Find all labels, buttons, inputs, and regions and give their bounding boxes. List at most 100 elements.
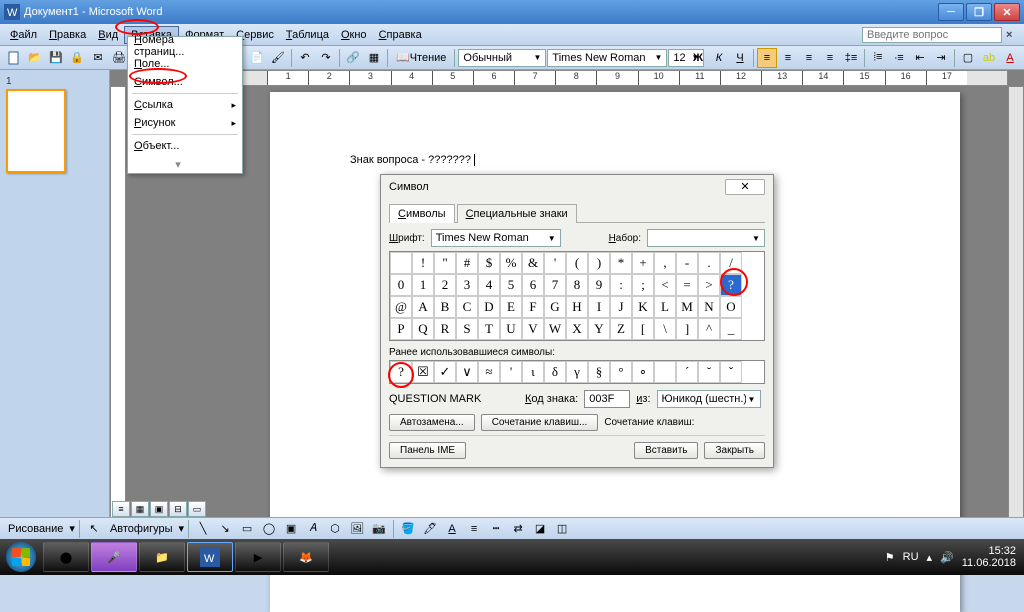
autochange-button[interactable]: Автозамена... (389, 414, 475, 431)
menuitem-field[interactable]: Поле... (128, 55, 242, 73)
bullets-button[interactable]: ∙≡ (889, 48, 909, 68)
symbol-cell[interactable]: / (720, 252, 742, 274)
symbol-cell[interactable]: " (434, 252, 456, 274)
page-thumbnail[interactable] (6, 89, 66, 173)
recent-cell[interactable]: ✓ (434, 361, 456, 383)
redo-button[interactable]: ↷ (316, 48, 336, 68)
maximize-button[interactable]: ❐ (966, 3, 992, 21)
symbol-cell[interactable]: ^ (698, 318, 720, 340)
symbol-cell[interactable]: B (434, 296, 456, 318)
mail-button[interactable]: ✉ (88, 48, 108, 68)
shortcut-button[interactable]: Сочетание клавиш... (481, 414, 599, 431)
symbol-cell[interactable]: G (544, 296, 566, 318)
undo-button[interactable]: ↶ (295, 48, 315, 68)
taskbar-word[interactable]: W (187, 542, 233, 572)
tray-vol-icon[interactable]: 🔊 (940, 551, 954, 564)
rect-button[interactable]: ▭ (237, 519, 257, 539)
symbol-cell[interactable]: D (478, 296, 500, 318)
menuitem-page-numbers[interactable]: Номера страниц... (128, 37, 242, 55)
fillcolor-button[interactable]: 🪣 (398, 519, 418, 539)
taskbar-app-2[interactable]: 🎤 (91, 542, 137, 572)
normal-view-button[interactable]: ≡ (112, 501, 130, 517)
menuitem-symbol[interactable]: Символ... (128, 73, 242, 91)
symbol-cell[interactable]: > (698, 274, 720, 296)
horizontal-ruler[interactable]: 1234567891011121314151617 (126, 70, 1008, 86)
symbol-cell[interactable]: O (720, 296, 742, 318)
dashstyle-button[interactable]: ┅ (486, 519, 506, 539)
print-button[interactable]: 🖨 (109, 48, 129, 68)
arrow-button[interactable]: ↘ (215, 519, 235, 539)
minimize-button[interactable]: ─ (938, 3, 964, 21)
symbol-cell[interactable]: - (676, 252, 698, 274)
symbol-cell[interactable]: F (522, 296, 544, 318)
symbol-cell[interactable]: V (522, 318, 544, 340)
italic-button[interactable]: К (709, 48, 729, 68)
symbol-cell[interactable]: * (610, 252, 632, 274)
linespace-button[interactable]: ‡≡ (841, 48, 861, 68)
recent-cell[interactable]: ° (610, 361, 632, 383)
symbol-cell[interactable] (390, 252, 412, 274)
recent-cell[interactable]: § (588, 361, 610, 383)
vertical-ruler[interactable] (110, 86, 126, 523)
align-justify-button[interactable]: ≡ (820, 48, 840, 68)
recent-cell[interactable] (654, 361, 676, 383)
fontcolor-button[interactable]: A (1000, 48, 1020, 68)
pic-button[interactable]: 📷 (369, 519, 389, 539)
symbol-cell[interactable]: Y (588, 318, 610, 340)
symbol-cell[interactable]: 4 (478, 274, 500, 296)
symbol-cell[interactable]: E (500, 296, 522, 318)
symbol-cell[interactable]: [ (632, 318, 654, 340)
symbol-cell[interactable]: + (632, 252, 654, 274)
menu-edit[interactable]: Правка (43, 27, 92, 43)
textbox-button[interactable]: ▣ (281, 519, 301, 539)
insert-button[interactable]: Вставить (634, 442, 698, 459)
symbol-cell[interactable]: 0 (390, 274, 412, 296)
print-view-button[interactable]: ▣ (150, 501, 168, 517)
menuitem-object[interactable]: Объект... (128, 137, 242, 155)
taskbar-wmp[interactable]: ▶ (235, 542, 281, 572)
bold-button[interactable]: Ж (688, 48, 708, 68)
symbol-cell[interactable]: @ (390, 296, 412, 318)
symbol-cell[interactable]: ' (544, 252, 566, 274)
symbol-cell[interactable]: 2 (434, 274, 456, 296)
symbol-cell[interactable]: _ (720, 318, 742, 340)
symbol-cell[interactable]: K (632, 296, 654, 318)
symbol-cell[interactable]: 1 (412, 274, 434, 296)
table-button[interactable]: ▦ (364, 48, 384, 68)
symbol-cell[interactable]: ! (412, 252, 434, 274)
clipart-button[interactable]: 🖼 (347, 519, 367, 539)
recent-cell[interactable]: ? (390, 361, 412, 383)
recent-cell[interactable]: ˇ (720, 361, 742, 383)
border-button[interactable]: ▢ (958, 48, 978, 68)
symbol-cell[interactable]: 3 (456, 274, 478, 296)
taskbar-firefox[interactable]: 🦊 (283, 542, 329, 572)
select-button[interactable]: ↖ (84, 519, 104, 539)
recent-cell[interactable]: ι (522, 361, 544, 383)
autoshapes-menu[interactable]: Автофигуры (106, 523, 177, 535)
menu-view[interactable]: Вид (92, 27, 124, 43)
outdent-button[interactable]: ⇤ (910, 48, 930, 68)
new-doc-button[interactable] (4, 48, 24, 68)
symbol-cell[interactable]: 8 (566, 274, 588, 296)
ask-question-input[interactable] (862, 27, 1002, 43)
reading-button[interactable]: 📖 Чтение (391, 48, 451, 68)
menuitem-picture[interactable]: Рисунок▸ (128, 114, 242, 132)
numbering-button[interactable]: ⦙≡ (868, 48, 888, 68)
format-painter-button[interactable]: 🖌 (268, 48, 288, 68)
symbol-cell[interactable]: ; (632, 274, 654, 296)
symbol-cell[interactable]: J (610, 296, 632, 318)
dialog-close-button[interactable]: ✕ (725, 179, 765, 195)
symbol-cell[interactable]: # (456, 252, 478, 274)
tray-flag-icon[interactable]: ⚑ (885, 551, 895, 564)
align-right-button[interactable]: ≡ (799, 48, 819, 68)
symbol-cell[interactable]: I (588, 296, 610, 318)
symbol-cell[interactable]: 6 (522, 274, 544, 296)
symbol-cell[interactable]: \ (654, 318, 676, 340)
symbol-cell[interactable]: 7 (544, 274, 566, 296)
close-button[interactable]: ✕ (994, 3, 1020, 21)
linecolor-button[interactable]: 🖊 (420, 519, 440, 539)
menu-file[interactable]: Файл (4, 27, 43, 43)
menuitem-link[interactable]: Ссылка▸ (128, 96, 242, 114)
vertical-scrollbar[interactable] (1008, 86, 1024, 523)
menuitem-expand[interactable]: ▾ (128, 155, 242, 173)
